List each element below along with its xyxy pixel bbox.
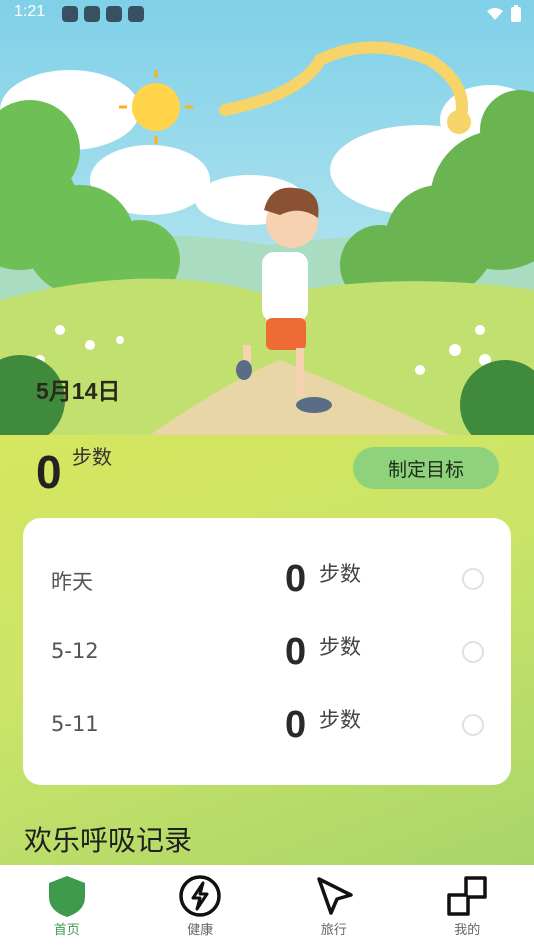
nav-item-health[interactable]: 健康	[134, 865, 268, 950]
battery-icon	[511, 5, 521, 22]
nav-label-home: 首页	[53, 923, 80, 938]
cursor-arrow-icon	[317, 877, 353, 915]
history-steps-unit: 步数	[319, 708, 361, 732]
nav-item-travel[interactable]: 旅行	[267, 865, 401, 950]
blocks-icon	[447, 876, 487, 916]
history-row[interactable]: 5-12 0 步数	[23, 621, 511, 681]
notification-icon	[128, 6, 144, 22]
lightning-icon	[179, 875, 221, 917]
nav-item-mine[interactable]: 我的	[401, 865, 534, 950]
nav-label-mine: 我的	[454, 923, 481, 938]
history-row[interactable]: 昨天 0 步数	[23, 548, 511, 608]
history-steps-value: 0	[285, 631, 307, 673]
nav-label-health: 健康	[187, 923, 214, 938]
hero-illustration	[0, 0, 534, 435]
hero-date: 5月14日	[36, 378, 121, 404]
notification-icons	[62, 6, 144, 22]
today-steps-unit: 步数	[72, 445, 112, 469]
notification-icon	[62, 6, 78, 22]
nav-item-home[interactable]: 首页	[0, 865, 134, 950]
history-radio[interactable]	[462, 641, 484, 663]
section-title: 欢乐呼吸记录	[24, 824, 193, 857]
history-card: 昨天 0 步数 5-12 0 步数 5-11 0 步数	[23, 518, 511, 785]
history-steps-value: 0	[285, 558, 307, 600]
status-bar: 1:21	[0, 0, 534, 28]
notification-icon	[106, 6, 122, 22]
set-goal-button[interactable]: 制定目标	[353, 447, 499, 489]
history-date: 昨天	[51, 570, 93, 594]
history-date: 5-12	[51, 639, 99, 663]
status-time: 1:21	[14, 3, 46, 20]
history-steps-unit: 步数	[319, 562, 361, 586]
today-steps-value: 0	[36, 446, 62, 498]
history-radio[interactable]	[462, 714, 484, 736]
history-steps-unit: 步数	[319, 635, 361, 659]
history-date: 5-11	[51, 712, 99, 736]
steps-panel: 0 步数 制定目标 昨天 0 步数 5-12 0 步数 5-11 0 步数 欢乐…	[0, 435, 534, 865]
status-right	[486, 5, 522, 23]
nav-label-travel: 旅行	[320, 923, 347, 938]
history-steps-value: 0	[285, 704, 307, 746]
wifi-icon	[487, 8, 503, 20]
history-row[interactable]: 5-11 0 步数	[23, 694, 511, 754]
shield-icon	[48, 876, 85, 917]
bottom-nav: 首页 健康 旅行 我的	[0, 865, 534, 950]
notification-icon	[84, 6, 100, 22]
history-radio[interactable]	[462, 568, 484, 590]
